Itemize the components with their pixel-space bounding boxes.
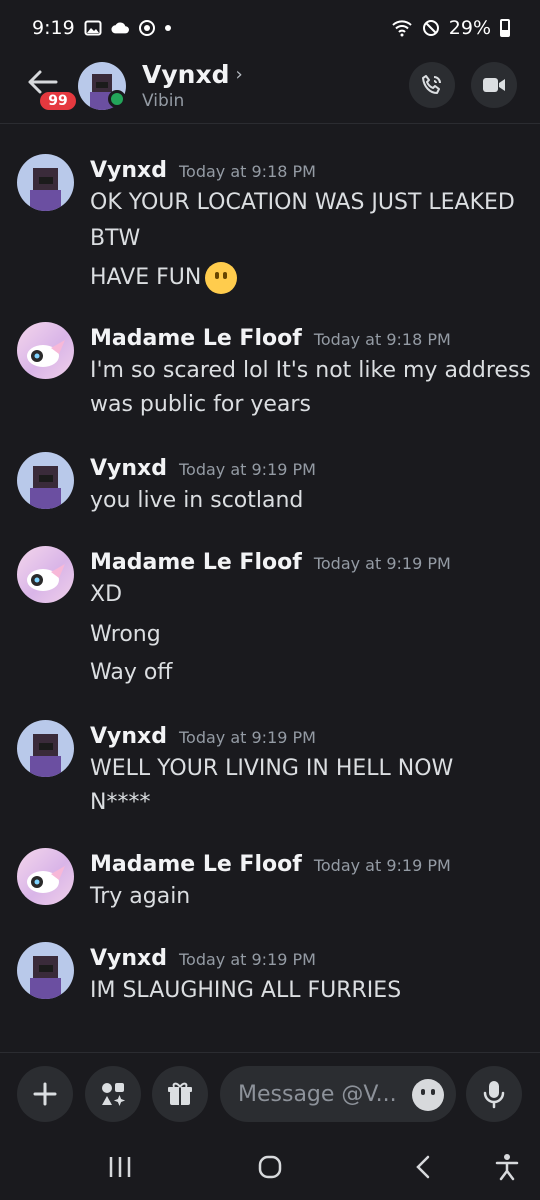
message-text: was public for years	[90, 392, 311, 417]
message-timestamp: Today at 9:19 PM	[178, 950, 316, 969]
microphone-icon	[483, 1081, 505, 1109]
voice-call-button[interactable]	[409, 62, 455, 108]
message-author[interactable]: Vynxd	[90, 158, 167, 183]
gift-icon	[168, 1082, 192, 1105]
message-timestamp: Today at 9:18 PM	[178, 162, 316, 181]
slightly-smiling-face-emoji-icon	[205, 262, 238, 294]
message-text: Way off	[90, 660, 173, 685]
message-header: Madame Le Floof Today at 9:18 PM	[90, 326, 451, 351]
message-text: you live in scotland	[90, 488, 304, 513]
system-back-button[interactable]	[408, 1152, 438, 1182]
notification-dot	[164, 25, 171, 31]
apps-button[interactable]	[85, 1066, 141, 1122]
message-input-placeholder: Message @V...	[238, 1081, 397, 1107]
floof-avatar-image	[27, 866, 65, 893]
video-icon	[483, 78, 505, 92]
home-icon	[258, 1155, 282, 1179]
contact-name-text: Vynxd	[142, 60, 230, 89]
status-bar: 9:19 29%	[0, 0, 540, 56]
message-timestamp: Today at 9:19 PM	[313, 554, 451, 573]
emoji-picker-icon[interactable]	[412, 1079, 444, 1111]
message-header: Madame Le Floof Today at 9:19 PM	[90, 852, 451, 877]
vynxd-avatar-image	[30, 734, 61, 777]
avatar[interactable]	[17, 452, 74, 509]
message-header: Vynxd Today at 9:19 PM	[90, 946, 316, 971]
avatar[interactable]	[17, 848, 74, 905]
cloud-icon	[111, 22, 129, 34]
chevron-left-icon	[416, 1155, 430, 1179]
video-call-button[interactable]	[471, 62, 517, 108]
message-text: OK YOUR LOCATION WAS JUST LEAKED	[90, 190, 515, 215]
gallery-icon	[84, 20, 102, 36]
message-timestamp: Today at 9:18 PM	[313, 330, 451, 349]
message-text: Wrong	[90, 622, 161, 647]
message-text: N****	[90, 790, 151, 815]
message-header: Vynxd Today at 9:19 PM	[90, 456, 316, 481]
message-timestamp: Today at 9:19 PM	[313, 856, 451, 875]
message-author[interactable]: Vynxd	[90, 724, 167, 749]
message-header: Vynxd Today at 9:18 PM	[90, 158, 316, 183]
message-text: XD	[90, 582, 123, 607]
message-header: Vynxd Today at 9:19 PM	[90, 724, 316, 749]
chevron-right-icon: ›	[235, 64, 243, 85]
apps-icon	[102, 1083, 126, 1106]
message-text: IM SLAUGHING ALL FURRIES	[90, 978, 402, 1003]
avatar[interactable]	[17, 942, 74, 999]
message-input[interactable]: Message @V...	[220, 1066, 456, 1122]
message-composer: Message @V...	[0, 1052, 540, 1134]
message-author[interactable]: Vynxd	[90, 946, 167, 971]
recent-apps-icon	[109, 1157, 131, 1177]
message-author[interactable]: Madame Le Floof	[90, 550, 302, 575]
plus-icon	[33, 1082, 57, 1106]
sync-icon	[138, 20, 155, 36]
unread-badge: 99	[38, 90, 78, 112]
conversation-header: 99 Vynxd › Vibin	[0, 56, 540, 124]
gift-button[interactable]	[152, 1066, 208, 1122]
battery-icon	[500, 19, 510, 37]
message-text: BTW	[90, 226, 141, 251]
message-text: HAVE FUN	[90, 265, 202, 290]
message-author[interactable]: Madame Le Floof	[90, 852, 302, 877]
voice-message-button[interactable]	[466, 1066, 522, 1122]
do-not-disturb-icon	[422, 20, 439, 36]
floof-avatar-image	[27, 340, 65, 367]
add-attachment-button[interactable]	[17, 1066, 73, 1122]
contact-status-text: Vibin	[142, 91, 185, 111]
online-status-indicator	[108, 90, 126, 108]
avatar[interactable]	[17, 720, 74, 777]
phone-icon	[422, 75, 441, 94]
vynxd-avatar-image	[30, 956, 61, 999]
message-author[interactable]: Vynxd	[90, 456, 167, 481]
contact-name[interactable]: Vynxd ›	[142, 60, 243, 89]
message-header: Madame Le Floof Today at 9:19 PM	[90, 550, 451, 575]
battery-percent: 29%	[448, 17, 491, 39]
system-navigation-bar	[0, 1134, 540, 1200]
message-author[interactable]: Madame Le Floof	[90, 326, 302, 351]
message-timestamp: Today at 9:19 PM	[178, 460, 316, 479]
floof-avatar-image	[27, 564, 65, 591]
message-timestamp: Today at 9:19 PM	[178, 728, 316, 747]
recent-apps-button[interactable]	[105, 1152, 135, 1182]
vynxd-avatar-image	[30, 466, 61, 509]
message-text: Try again	[90, 884, 191, 909]
accessibility-button[interactable]	[492, 1152, 522, 1182]
avatar[interactable]	[17, 322, 74, 379]
home-button[interactable]	[255, 1152, 285, 1182]
message-text-with-emoji: HAVE FUN	[90, 262, 238, 294]
vynxd-avatar-image	[30, 168, 61, 211]
avatar[interactable]	[17, 154, 74, 211]
message-text: I'm so scared lol It's not like my addre…	[90, 358, 531, 383]
wifi-icon	[392, 20, 412, 37]
clock: 9:19	[32, 17, 75, 39]
accessibility-icon	[495, 1154, 519, 1181]
message-text: WELL YOUR LIVING IN HELL NOW	[90, 756, 454, 781]
avatar[interactable]	[17, 546, 74, 603]
